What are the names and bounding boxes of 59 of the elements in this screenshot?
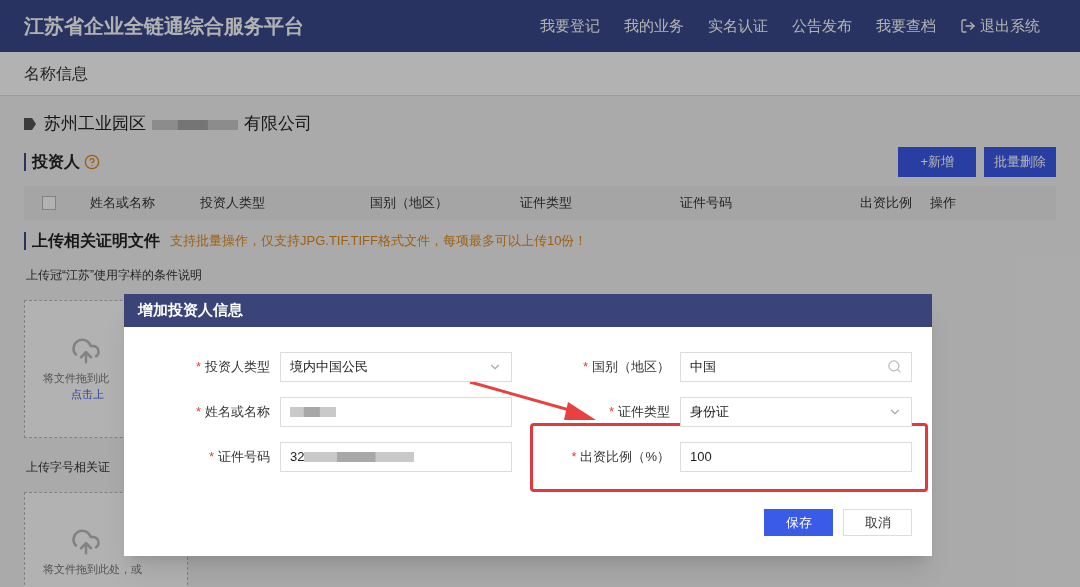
nav-link[interactable]: 公告发布 <box>792 14 852 38</box>
batch-delete-button[interactable]: 批量删除 <box>984 147 1056 177</box>
required-mark: * <box>608 402 614 421</box>
column-header: 证件号码 <box>680 194 733 213</box>
help-icon[interactable] <box>84 154 100 170</box>
add-button[interactable]: +新增 <box>898 147 976 177</box>
required-mark: * <box>582 357 588 376</box>
field-label: 证件类型 <box>618 402 670 421</box>
field-label: 出资比例（%） <box>580 447 670 466</box>
nav-link[interactable]: 我的业务 <box>624 14 684 38</box>
field-value: 境内中国公民 <box>290 357 368 376</box>
platform-title: 江苏省企业全链通综合服务平台 <box>24 14 304 39</box>
drop-hint: 将文件拖到此 <box>42 370 110 386</box>
column-header: 国别（地区） <box>370 194 449 213</box>
select-all-checkbox[interactable] <box>42 196 56 210</box>
cancel-button[interactable]: 取消 <box>843 509 912 536</box>
cloud-upload-icon <box>71 335 101 366</box>
drop-hint: 将文件拖到此处，或 <box>42 562 143 577</box>
field-value: 中国 <box>690 357 716 376</box>
field-label: 国别（地区） <box>592 357 670 376</box>
upload-label: 上传字号相关证 <box>25 459 111 476</box>
column-header: 证件类型 <box>520 194 573 213</box>
search-field[interactable]: 中国 <box>680 351 912 382</box>
company-name: 苏州工业园区 <box>44 113 146 136</box>
tag-icon <box>24 117 36 131</box>
input-field[interactable]: 100 <box>680 441 912 472</box>
required-mark: * <box>195 402 201 421</box>
save-button[interactable]: 保存 <box>764 509 833 536</box>
column-header: 姓名或名称 <box>90 194 156 213</box>
column-header: 出资比例 <box>860 194 913 213</box>
input-field[interactable]: 32 <box>280 441 512 472</box>
section-title: 上传相关证明文件 <box>32 231 160 251</box>
company-name: 有限公司 <box>244 113 312 136</box>
field-label: 姓名或名称 <box>205 402 270 421</box>
search-icon <box>887 359 902 374</box>
breadcrumb: 名称信息 <box>24 63 88 84</box>
nav-link[interactable]: 我要登记 <box>540 14 600 38</box>
select-field[interactable]: 身份证 <box>680 396 912 427</box>
section-title: 投资人 <box>32 152 80 172</box>
field-label: 投资人类型 <box>205 357 270 376</box>
column-header: 操作 <box>930 194 957 213</box>
logout-icon[interactable] <box>960 18 976 34</box>
nav-link[interactable]: 我要查档 <box>876 14 936 38</box>
required-mark: * <box>208 447 214 466</box>
required-mark: * <box>195 357 201 376</box>
redaction-blur <box>290 404 336 419</box>
field-value: 100 <box>690 447 712 466</box>
input-field[interactable] <box>280 396 512 427</box>
column-header: 投资人类型 <box>200 194 266 213</box>
upload-label: 上传冠“江苏”使用字样的条件说明 <box>25 267 203 284</box>
nav-link[interactable]: 实名认证 <box>708 14 768 38</box>
field-label: 证件号码 <box>218 447 270 466</box>
logout-link[interactable]: 退出系统 <box>980 14 1040 38</box>
cloud-upload-icon <box>71 527 101 557</box>
select-field[interactable]: 境内中国公民 <box>280 351 512 382</box>
upload-notice: 支持批量操作，仅支持JPG.TIF.TIFF格式文件，每项最多可以上传10份！ <box>170 232 588 251</box>
field-value: 身份证 <box>690 402 729 421</box>
required-mark: * <box>571 447 577 466</box>
field-value: 32 <box>290 447 305 466</box>
